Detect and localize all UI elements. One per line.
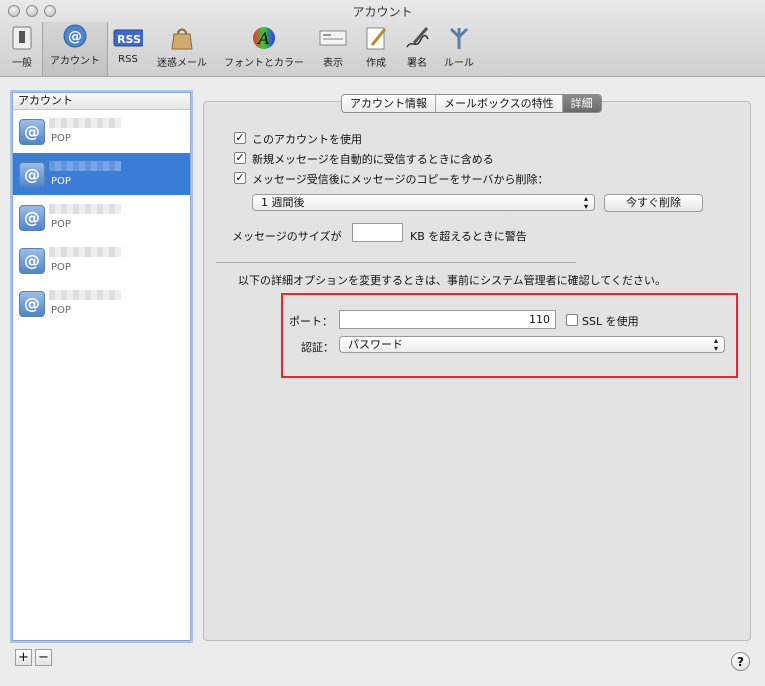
rss-icon: RSS <box>113 24 143 52</box>
rules-icon <box>444 24 474 52</box>
remove-copy-checkbox[interactable]: ✓ <box>234 172 246 184</box>
help-button[interactable]: ? <box>731 652 750 671</box>
titlebar: アカウント 一般 @ アカウント RSS RSS 迷惑メール A フォントとカラ… <box>0 0 765 77</box>
toolbar-label: 作成 <box>366 58 386 69</box>
account-name-redacted <box>49 290 121 300</box>
account-list[interactable]: アカウント @ POP @ POP @ POP @ POP @ POP <box>12 92 191 641</box>
toolbar-accounts[interactable]: @ アカウント <box>42 22 108 76</box>
enable-account-checkbox[interactable]: ✓ <box>234 132 246 144</box>
size-warning-prefix: メッセージのサイズが <box>232 230 342 243</box>
signature-icon <box>402 24 432 52</box>
enable-account-label: このアカウントを使用 <box>252 133 362 146</box>
account-type: POP <box>51 219 71 230</box>
remove-now-button[interactable]: 今すぐ削除 <box>604 194 703 212</box>
account-name-redacted <box>49 247 121 257</box>
account-type: POP <box>51 305 71 316</box>
tab-advanced[interactable]: 詳細 <box>562 95 601 112</box>
toolbar-general[interactable]: 一般 <box>6 24 38 74</box>
toolbar-label: RSS <box>118 54 138 65</box>
annotation-highlight-box <box>281 293 738 378</box>
toolbar-label: 迷惑メール <box>157 58 207 69</box>
toolbar-fonts-colors[interactable]: A フォントとカラー <box>217 24 311 74</box>
window-title: アカウント <box>352 5 413 19</box>
toolbar-junk[interactable]: 迷惑メール <box>151 24 213 74</box>
tab-mailbox-behaviors[interactable]: メールボックスの特性 <box>436 95 563 112</box>
divider <box>216 262 576 263</box>
remove-period-value: 1 週間後 <box>261 196 305 209</box>
toolbar-viewing[interactable]: 表示 <box>315 24 351 74</box>
account-row[interactable]: @ POP <box>13 110 190 153</box>
account-type: POP <box>51 133 71 144</box>
viewing-icon <box>318 24 348 52</box>
at-icon: @ <box>19 205 45 231</box>
at-icon: @ <box>60 22 90 50</box>
toolbar-signatures[interactable]: 署名 <box>399 24 435 74</box>
remove-copy-label: メッセージ受信後にメッセージのコピーをサーバから削除： <box>252 173 549 186</box>
toolbar-label: 表示 <box>323 58 343 69</box>
toolbar-label: 一般 <box>12 58 32 69</box>
toolbar-label: ルール <box>444 58 474 69</box>
account-row-selected[interactable]: @ POP <box>13 153 190 196</box>
include-auto-checkbox[interactable]: ✓ <box>234 152 246 164</box>
at-icon: @ <box>19 162 45 188</box>
account-name-redacted <box>49 118 121 128</box>
chevron-updown-icon: ▴ ▾ <box>583 194 588 211</box>
size-warning-input[interactable] <box>352 223 403 242</box>
admin-notice: 以下の詳細オプションを変更するときは、事前にシステム管理者に確認してください。 <box>238 274 667 287</box>
account-row[interactable]: @ POP <box>13 196 190 239</box>
svg-text:@: @ <box>68 29 82 45</box>
account-type: POP <box>51 262 71 273</box>
toolbar-rules[interactable]: ルール <box>440 24 478 74</box>
toolbar-label: 署名 <box>407 58 427 69</box>
account-type: POP <box>51 176 71 187</box>
junk-bag-icon <box>167 24 197 52</box>
switch-icon <box>7 24 37 52</box>
toolbar-rss[interactable]: RSS RSS <box>110 24 146 74</box>
compose-icon <box>361 24 391 52</box>
tab-bar: アカウント情報 メールボックスの特性 詳細 <box>341 94 602 113</box>
include-auto-label: 新規メッセージを自動的に受信するときに含める <box>252 153 494 166</box>
svg-text:A: A <box>256 29 270 48</box>
at-icon: @ <box>19 119 45 145</box>
tab-account-info[interactable]: アカウント情報 <box>342 95 436 112</box>
svg-text:RSS: RSS <box>117 33 141 46</box>
toolbar-label: フォントとカラー <box>224 58 304 69</box>
account-list-header: アカウント <box>13 93 190 110</box>
preferences-window: アカウント 一般 @ アカウント RSS RSS 迷惑メール A フォントとカラ… <box>0 0 765 686</box>
remove-account-button[interactable]: − <box>35 649 52 666</box>
account-row[interactable]: @ POP <box>13 239 190 282</box>
toolbar-label: アカウント <box>50 56 100 67</box>
add-account-button[interactable]: + <box>15 649 32 666</box>
font-color-icon: A <box>249 24 279 52</box>
account-row[interactable]: @ POP <box>13 282 190 325</box>
remove-period-popup[interactable]: 1 週間後 ▴ ▾ <box>252 194 595 211</box>
at-icon: @ <box>19 291 45 317</box>
at-icon: @ <box>19 248 45 274</box>
toolbar-composing[interactable]: 作成 <box>358 24 394 74</box>
size-warning-suffix: KB を超えるときに警告 <box>410 230 527 243</box>
account-name-redacted <box>49 161 121 171</box>
account-name-redacted <box>49 204 121 214</box>
